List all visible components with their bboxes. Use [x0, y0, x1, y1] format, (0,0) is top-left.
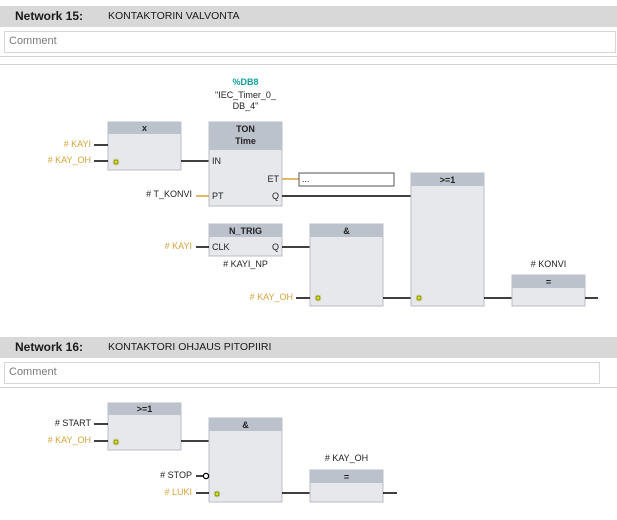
and-box[interactable]: & [208, 417, 283, 503]
or-title: >=1 [440, 175, 456, 185]
ntrig-title: N_TRIG [229, 226, 262, 236]
and-input-2[interactable]: # STOP [160, 470, 192, 480]
timer-instance-line1: "IEC_Timer_0_ [215, 90, 277, 100]
and-title: & [343, 226, 350, 236]
timer-unit: Time [235, 136, 256, 146]
assign-symbol: = [344, 472, 349, 482]
timer-et-field[interactable] [298, 172, 395, 187]
timer-pin-q: Q [272, 191, 279, 201]
ntrig-bit[interactable]: # KAYI_NP [223, 259, 268, 269]
negation-star-icon [112, 438, 120, 446]
negation-star-icon [213, 490, 221, 498]
or-input-2[interactable]: # KAY_OH [48, 435, 91, 445]
negation-star-icon [112, 158, 120, 166]
ntrig-pin-clk: CLK [212, 242, 230, 252]
or-input-1[interactable]: # START [55, 418, 92, 428]
timer-instance-line2: DB_4" [233, 101, 259, 111]
timer-db[interactable]: %DB8 [232, 77, 258, 87]
negation-circle [202, 472, 210, 480]
ton-timer-box[interactable]: TON Time IN PT ET Q [208, 121, 283, 207]
xor-input-1[interactable]: # KAYI [64, 139, 91, 149]
assign-operand[interactable]: # KONVI [531, 259, 567, 269]
timer-type: TON [236, 124, 255, 134]
negation-star-icon [314, 294, 322, 302]
ntrig-clk-operand[interactable]: # KAYI [165, 241, 192, 251]
ntrig-box[interactable]: N_TRIG CLK Q [208, 223, 283, 257]
or-box[interactable]: >=1 [410, 172, 485, 307]
assign-symbol: = [546, 277, 551, 287]
and-title: & [242, 420, 249, 430]
ladder-diagram: x # KAYI # KAY_OH %DB8 "IEC_Timer_0_ DB_… [48, 77, 598, 503]
xor-box[interactable]: x [107, 121, 182, 171]
timer-pin-in: IN [212, 156, 221, 166]
and-box[interactable]: & [309, 223, 384, 307]
xor-input-2[interactable]: # KAY_OH [48, 155, 91, 165]
assign-operand[interactable]: # KAY_OH [325, 453, 368, 463]
and-input-3[interactable]: # LUKI [164, 487, 192, 497]
timer-pt-operand[interactable]: # T_KONVI [146, 189, 192, 199]
xor-title: x [142, 123, 147, 133]
negation-star-icon [415, 294, 423, 302]
assign-box[interactable]: = [309, 469, 384, 503]
timer-pin-et: ET [267, 174, 279, 184]
or-box[interactable]: >=1 [107, 402, 182, 451]
and-input-2[interactable]: # KAY_OH [250, 292, 293, 302]
timer-et-value: ... [302, 174, 310, 184]
timer-pin-pt: PT [212, 191, 224, 201]
assign-box[interactable]: = [511, 274, 586, 307]
ntrig-pin-q: Q [272, 242, 279, 252]
or-title: >=1 [137, 404, 153, 414]
